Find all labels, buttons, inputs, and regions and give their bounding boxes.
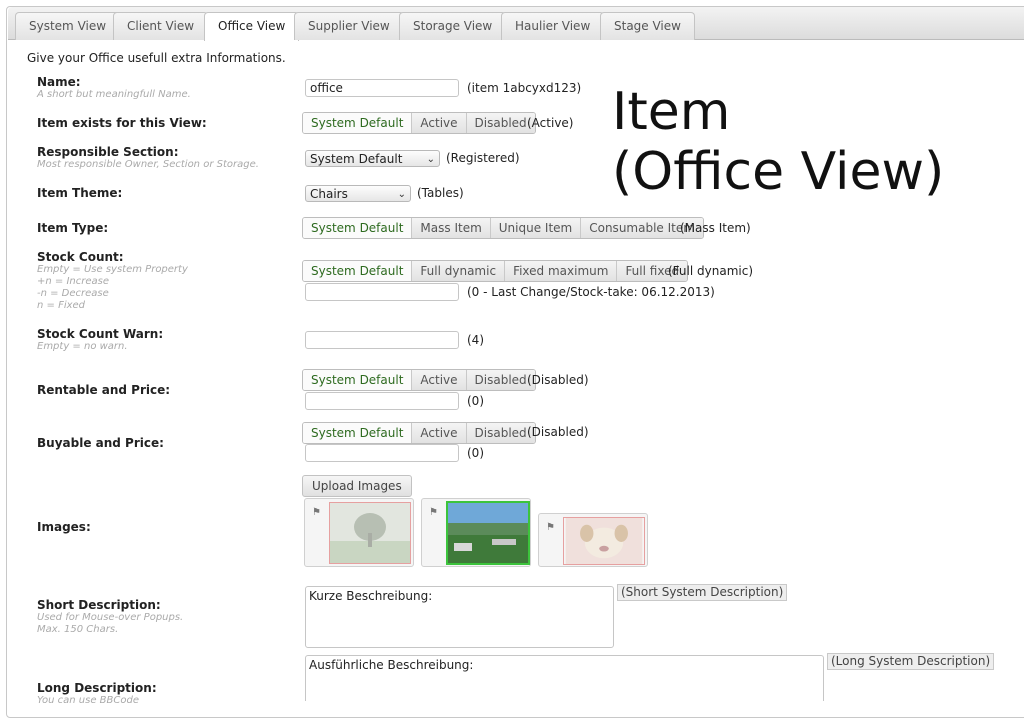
buyable-system-default[interactable]: System Default	[303, 423, 412, 443]
stock-hint-1: Empty = Use system Property	[37, 264, 188, 275]
buyable-disabled[interactable]: Disabled	[465, 423, 535, 443]
buyable-price-input[interactable]	[305, 444, 459, 462]
section-hint: Most responsible Owner, Section or Stora…	[37, 159, 259, 170]
intro-text: Give your Office usefull extra Informati…	[27, 51, 286, 65]
tab-client-view[interactable]: Client View	[113, 12, 209, 40]
stock-count-input[interactable]	[305, 283, 459, 301]
exists-system-default[interactable]: System Default	[303, 113, 412, 133]
theme-label: Item Theme:	[37, 186, 123, 200]
short-desc-hint-2: Max. 150 Chars.	[37, 624, 119, 635]
short-desc-hint-1: Used for Mouse-over Popups.	[37, 612, 184, 623]
tab-supplier-view[interactable]: Supplier View	[294, 12, 404, 40]
section-note: (Registered)	[446, 151, 520, 165]
warn-hint: Empty = no warn.	[37, 341, 128, 352]
rentable-system-default[interactable]: System Default	[303, 370, 412, 390]
name-input[interactable]	[305, 79, 459, 97]
long-desc-label: Long Description:	[37, 681, 157, 695]
flag-icon[interactable]: ⚑	[312, 507, 321, 518]
type-toggle: System Default Mass Item Unique Item Con…	[302, 217, 704, 239]
tab-stage-view[interactable]: Stage View	[600, 12, 695, 40]
type-label: Item Type:	[37, 221, 109, 235]
flag-icon[interactable]: ⚑	[546, 522, 555, 533]
tab-storage-view[interactable]: Storage View	[399, 12, 507, 40]
section-label: Responsible Section:	[37, 145, 179, 159]
theme-note: (Tables)	[417, 186, 464, 200]
long-desc-system-tag: (Long System Description)	[827, 653, 995, 670]
stock-hint-3: -n = Decrease	[37, 288, 109, 299]
rentable-label: Rentable and Price:	[37, 383, 171, 397]
image-tree[interactable]	[329, 502, 411, 564]
type-mass-item[interactable]: Mass Item	[411, 218, 490, 238]
rentable-disabled[interactable]: Disabled	[465, 370, 535, 390]
buyable-toggle: System Default Active Disabled	[302, 422, 536, 444]
image-thumb-3[interactable]: ⚑	[538, 513, 648, 567]
type-unique-item[interactable]: Unique Item	[489, 218, 581, 238]
rentable-note: (Disabled)	[527, 373, 589, 387]
rentable-price-input[interactable]	[305, 392, 459, 410]
flag-icon[interactable]: ⚑	[429, 507, 438, 518]
exists-label: Item exists for this View:	[37, 116, 207, 130]
type-note: (Mass Item)	[680, 221, 751, 235]
stock-label: Stock Count:	[37, 250, 124, 264]
stock-system-default[interactable]: System Default	[303, 261, 412, 281]
tab-office-view[interactable]: Office View	[204, 12, 300, 41]
stock-note: (Full dynamic)	[668, 264, 753, 278]
rentable-active[interactable]: Active	[411, 370, 466, 390]
upload-images-button[interactable]: Upload Images	[302, 475, 412, 497]
long-desc-hint: You can use BBCode	[37, 695, 139, 706]
image-landscape[interactable]	[446, 501, 530, 565]
stock-full-dynamic[interactable]: Full dynamic	[411, 261, 505, 281]
name-note: (item 1abcyxd123)	[467, 81, 582, 95]
buyable-active[interactable]: Active	[411, 423, 466, 443]
stock-hint-4: n = Fixed	[37, 300, 86, 311]
theme-select-value: Chairs	[310, 187, 348, 201]
buyable-input-note: (0)	[467, 446, 484, 460]
overlay-title-line1: Item	[612, 82, 731, 142]
exists-disabled[interactable]: Disabled	[465, 113, 535, 133]
section-select-value: System Default	[310, 152, 403, 166]
exists-note: (Active)	[527, 116, 574, 130]
warn-input[interactable]	[305, 331, 459, 349]
exists-toggle: System Default Active Disabled	[302, 112, 536, 134]
short-desc-textarea[interactable]: Kurze Beschreibung:	[305, 586, 614, 648]
rentable-toggle: System Default Active Disabled	[302, 369, 536, 391]
stock-toggle: System Default Full dynamic Fixed maximu…	[302, 260, 689, 282]
overlay-title-line2: (Office View)	[612, 142, 945, 202]
image-dog[interactable]	[563, 517, 645, 565]
chevron-down-icon: ⌄	[397, 189, 406, 200]
section-select[interactable]: System Default ⌄	[305, 150, 440, 167]
stock-input-note: (0 - Last Change/Stock-take: 06.12.2013)	[467, 285, 715, 299]
images-label: Images:	[37, 520, 91, 534]
stock-hint-2: +n = Increase	[37, 276, 109, 287]
exists-active[interactable]: Active	[411, 113, 466, 133]
chevron-down-icon: ⌄	[426, 154, 435, 165]
type-system-default[interactable]: System Default	[303, 218, 412, 238]
image-thumb-2[interactable]: ⚑	[421, 498, 531, 567]
tab-haulier-view[interactable]: Haulier View	[501, 12, 605, 40]
tab-system-view[interactable]: System View	[15, 12, 121, 40]
image-thumb-1[interactable]: ⚑	[304, 498, 414, 567]
warn-note: (4)	[467, 333, 484, 347]
rentable-input-note: (0)	[467, 394, 484, 408]
buyable-label: Buyable and Price:	[37, 436, 164, 450]
theme-select[interactable]: Chairs ⌄	[305, 185, 411, 202]
name-hint: A short but meaningfull Name.	[37, 89, 191, 100]
buyable-note: (Disabled)	[527, 425, 589, 439]
short-desc-label: Short Description:	[37, 598, 161, 612]
short-desc-system-tag: (Short System Description)	[617, 584, 788, 601]
stock-fixed-maximum[interactable]: Fixed maximum	[504, 261, 617, 281]
long-desc-textarea[interactable]: Ausführliche Beschreibung:	[305, 655, 824, 701]
warn-label: Stock Count Warn:	[37, 327, 164, 341]
name-label: Name:	[37, 75, 81, 89]
